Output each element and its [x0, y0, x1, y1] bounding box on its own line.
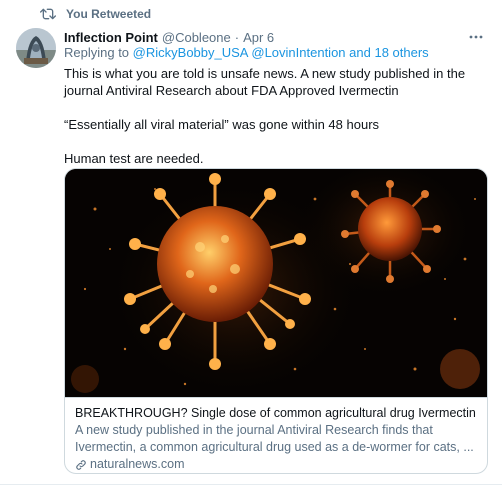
replying-prefix: Replying to — [64, 45, 130, 60]
tweet-text-paragraph: Human test are needed. — [64, 151, 204, 166]
link-card[interactable]: BREAKTHROUGH? Single dose of common agri… — [64, 168, 488, 474]
reply-user-link[interactable]: @RickyBobby_USA — [133, 45, 248, 60]
handle[interactable]: @Cobleone — [162, 30, 231, 45]
retweet-icon — [40, 8, 56, 20]
virus-image — [65, 169, 487, 397]
card-description: A new study published in the journal Ant… — [75, 423, 474, 454]
card-meta[interactable]: BREAKTHROUGH? Single dose of common agri… — [65, 397, 487, 473]
reply-others-link[interactable]: 18 others — [374, 45, 428, 60]
tweet-date[interactable]: Apr 6 — [243, 30, 274, 45]
tweet-text: This is what you are told is unsafe news… — [64, 65, 484, 167]
display-name[interactable]: Inflection Point — [64, 30, 158, 45]
more-button[interactable] — [466, 27, 486, 47]
link-icon — [76, 459, 86, 470]
card-domain[interactable]: naturalnews.com — [75, 456, 479, 473]
separator: · — [234, 29, 240, 45]
retweet-indicator: You Retweeted — [40, 6, 151, 22]
more-icon — [469, 35, 483, 39]
retweet-label: You Retweeted — [66, 7, 152, 21]
tweet[interactable]: You Retweeted Inflection Point @Cobleone… — [0, 0, 502, 485]
card-domain-text[interactable]: naturalnews.com — [90, 456, 185, 473]
reply-user-link[interactable]: @LovinIntention — [251, 45, 345, 60]
avatar-image — [16, 28, 56, 68]
tweet-header: Inflection Point @Cobleone · Apr 6 — [64, 27, 486, 47]
avatar[interactable] — [16, 28, 56, 68]
tweet-text-paragraph: This is what you are told is unsafe news… — [64, 66, 466, 98]
tweet-text-paragraph: “Essentially all viral material” was gon… — [64, 117, 380, 132]
card-title[interactable]: BREAKTHROUGH? Single dose of common agri… — [75, 405, 479, 422]
replying-to: Replying to @RickyBobby_USA @LovinIntent… — [64, 45, 429, 60]
reply-conjunction[interactable]: and — [349, 45, 371, 60]
card-image[interactable] — [65, 169, 487, 397]
